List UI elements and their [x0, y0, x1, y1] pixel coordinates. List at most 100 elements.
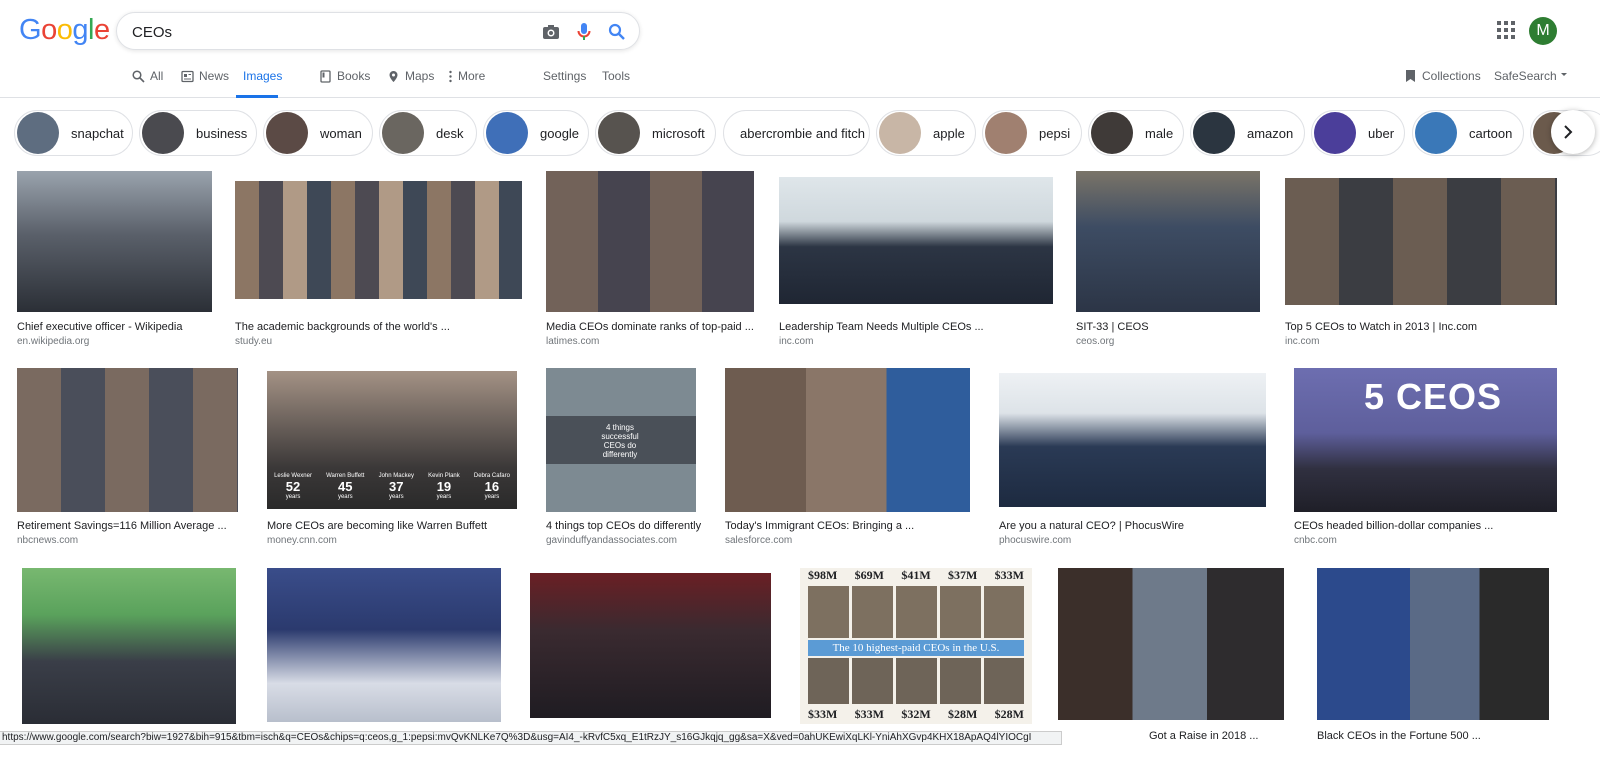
- tools-link[interactable]: Tools: [602, 69, 630, 83]
- amount: $37M: [947, 568, 978, 582]
- result-thumbnail: [779, 177, 1053, 304]
- chip-thumbnail: [1314, 112, 1356, 154]
- result-thumbnail: 4 things successful CEOs do differently: [546, 368, 696, 512]
- camera-icon[interactable]: [541, 22, 561, 42]
- result-thumbnail: 5 CEOS: [1294, 368, 1557, 512]
- search-box: [116, 12, 640, 50]
- chip[interactable]: male: [1088, 110, 1184, 156]
- image-result[interactable]: [22, 568, 236, 724]
- chip-thumbnail: [598, 112, 640, 154]
- image-result[interactable]: Top 5 CEOs to Watch in 2013 | Inc.com in…: [1285, 171, 1557, 347]
- result-title: Today's Immigrant CEOs: Bringing a ...: [725, 520, 915, 532]
- image-result[interactable]: [267, 568, 505, 724]
- chip[interactable]: desk: [379, 110, 477, 156]
- chip-thumbnail: [879, 112, 921, 154]
- chip-label: male: [1145, 125, 1174, 141]
- image-result[interactable]: The academic backgrounds of the world's …: [235, 171, 522, 347]
- result-thumbnail: [999, 373, 1266, 507]
- tab-news[interactable]: News: [179, 69, 231, 98]
- chip-label: snapchat: [71, 125, 124, 141]
- chips-next-button[interactable]: [1551, 110, 1595, 154]
- image-result[interactable]: [530, 568, 778, 724]
- result-thumbnail: [1076, 171, 1260, 312]
- result-title: Media CEOs dominate ranks of top-paid ..…: [546, 321, 754, 333]
- amount: $69M: [854, 568, 884, 582]
- logo-letter: o: [56, 14, 73, 46]
- result-thumbnail: [235, 181, 522, 299]
- chip[interactable]: business: [139, 110, 257, 156]
- image-result[interactable]: $98M $69M $41M $37M $33M The 10 highest-paid…: [800, 568, 1032, 724]
- chip[interactable]: google: [483, 110, 589, 156]
- result-thumbnail: [546, 171, 754, 312]
- chip[interactable]: microsoft: [595, 110, 716, 156]
- related-chips: snapchat business woman desk google micr…: [0, 108, 1600, 158]
- image-result[interactable]: Are you a natural CEO? | PhocusWire phoc…: [999, 368, 1269, 546]
- result-title: Are you a natural CEO? | PhocusWire: [999, 520, 1185, 532]
- logo-letter: G: [19, 14, 42, 46]
- chip-thumbnail: [382, 112, 424, 154]
- chip[interactable]: abercrombie and fitch: [723, 110, 870, 156]
- news-icon: [181, 70, 194, 83]
- tab-all[interactable]: All: [130, 69, 165, 98]
- more-dots-icon: [449, 70, 452, 83]
- result-thumbnail: [1058, 568, 1284, 720]
- tab-label: Maps: [405, 69, 435, 83]
- years-number: 45: [338, 479, 353, 494]
- years-unit: years: [337, 494, 353, 500]
- search-input[interactable]: [132, 21, 532, 43]
- search-icon[interactable]: [607, 22, 627, 42]
- chip-label: amazon: [1247, 125, 1294, 141]
- result-source: phocuswire.com: [999, 535, 1072, 546]
- amount: $28M: [947, 707, 978, 721]
- image-result[interactable]: 5 CEOS CEOs headed billion-dollar compan…: [1294, 368, 1557, 546]
- search-tabs: All News Images Books Maps More Settings…: [0, 60, 1600, 98]
- result-thumbnail: [725, 368, 970, 512]
- google-logo[interactable]: Google: [19, 14, 110, 47]
- result-title: The academic backgrounds of the world's …: [235, 321, 450, 333]
- tab-more[interactable]: More: [446, 69, 487, 98]
- result-source: ceos.org: [1076, 336, 1115, 347]
- apps-grid-icon[interactable]: [1497, 21, 1515, 39]
- logo-letter: e: [93, 14, 110, 46]
- chip[interactable]: apple: [876, 110, 976, 156]
- amount: $33M: [994, 568, 1024, 582]
- header: Google M All News Images Book: [0, 0, 1600, 98]
- image-result[interactable]: Leslie Wexner 52 years Warren Buffett 45 yea…: [267, 368, 523, 546]
- microphone-icon[interactable]: [574, 22, 594, 42]
- image-result[interactable]: Leadership Team Needs Multiple CEOs ... …: [779, 171, 1053, 347]
- tab-images[interactable]: Images: [236, 69, 282, 98]
- collections-button[interactable]: Collections: [1405, 69, 1481, 83]
- chip[interactable]: amazon: [1190, 110, 1305, 156]
- image-result[interactable]: Black CEOs in the Fortune 500 ...: [1317, 568, 1557, 743]
- tab-books[interactable]: Books: [317, 69, 372, 98]
- settings-link[interactable]: Settings: [543, 69, 586, 83]
- image-result[interactable]: Got a Raise in 2018 ...: [1058, 568, 1294, 743]
- image-result[interactable]: 4 things successful CEOs do differently …: [546, 368, 701, 546]
- result-source: cnbc.com: [1294, 535, 1337, 546]
- status-bar-url: https://www.google.com/search?biw=1927&b…: [0, 731, 1062, 745]
- result-source: salesforce.com: [725, 535, 793, 546]
- image-result[interactable]: Retirement Savings=116 Million Average .…: [17, 368, 238, 546]
- stat-cell: John Mackey 37 years: [379, 473, 414, 509]
- chip[interactable]: snapchat: [14, 110, 133, 156]
- image-result[interactable]: Chief executive officer - Wikipedia en.w…: [17, 171, 212, 347]
- tab-maps[interactable]: Maps: [385, 69, 436, 98]
- result-title: SIT-33 | CEOS: [1076, 321, 1149, 333]
- avatar[interactable]: M: [1529, 17, 1557, 45]
- image-result[interactable]: Media CEOs dominate ranks of top-paid ..…: [546, 171, 754, 347]
- result-thumbnail: [17, 171, 212, 312]
- chip[interactable]: woman: [263, 110, 373, 156]
- chip-thumbnail: [142, 112, 184, 154]
- book-icon: [320, 70, 331, 83]
- tab-label: More: [458, 69, 486, 83]
- safesearch-button[interactable]: SafeSearch: [1494, 69, 1568, 83]
- image-result[interactable]: SIT-33 | CEOS ceos.org: [1076, 171, 1260, 347]
- chip-label: apple: [933, 125, 965, 141]
- chip-thumbnail: [1193, 112, 1235, 154]
- image-result[interactable]: Today's Immigrant CEOs: Bringing a ... s…: [725, 368, 975, 546]
- chip[interactable]: pepsi: [982, 110, 1082, 156]
- chip[interactable]: cartoon: [1412, 110, 1524, 156]
- chip[interactable]: uber: [1311, 110, 1405, 156]
- stat-cell: Leslie Wexner 52 years: [274, 473, 312, 509]
- amount: $28M: [994, 707, 1024, 721]
